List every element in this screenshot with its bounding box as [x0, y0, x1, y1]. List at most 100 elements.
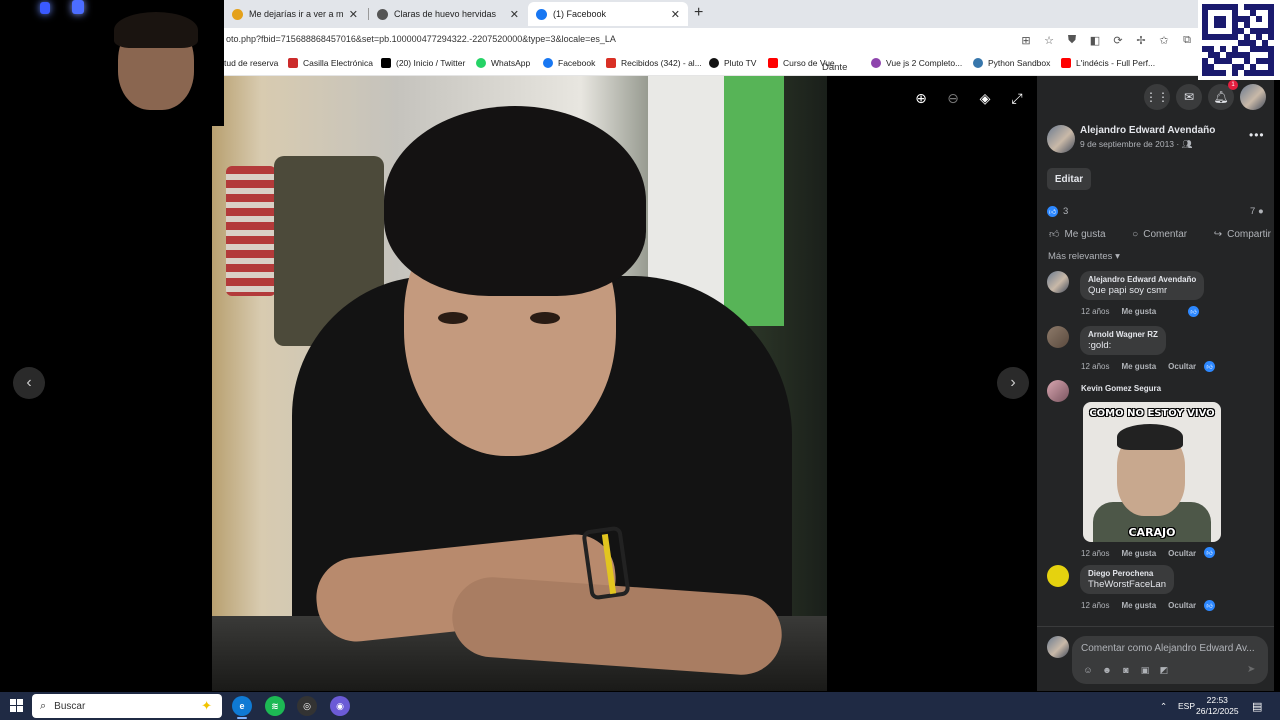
bookmark-item[interactable]: tud de reserva [224, 58, 278, 68]
python-icon [973, 58, 983, 68]
comment-like-button[interactable]: Me gusta [1121, 601, 1156, 610]
spotify-icon[interactable]: ≋ [265, 696, 285, 716]
system-clock[interactable]: 22:53 26/12/2025 [1196, 695, 1239, 717]
bookmark-item[interactable]: L'indécis - Full Perf... [1061, 58, 1155, 68]
commenter-avatar[interactable] [1047, 380, 1069, 402]
comment-like-button[interactable]: Me gusta [1121, 307, 1156, 316]
commenter-avatar[interactable] [1047, 565, 1069, 587]
new-tab-button[interactable]: + [694, 4, 703, 22]
comment-like-reaction-icon: 👍︎ [1204, 600, 1215, 611]
install-app-icon[interactable]: ⊞ [1018, 32, 1034, 48]
bookmark-label: Casilla Electrónica [303, 58, 373, 68]
post-date[interactable]: 9 de septiembre de 2013 · 👥︎ [1080, 139, 1192, 150]
photo-striped-shirt [226, 166, 276, 296]
qr-code-pattern [1202, 4, 1274, 76]
bookmark-label: WhatsApp [491, 58, 531, 68]
comment-age[interactable]: 12 años [1081, 601, 1109, 610]
shield-icon[interactable]: ⛊ [1064, 32, 1080, 48]
bookmark-item[interactable]: Facebook [543, 58, 595, 68]
tab-claras[interactable]: Claras de huevo hervidas ✕ [369, 2, 527, 26]
share-button[interactable]: ↪ Compartir [1214, 228, 1271, 240]
more-options-icon[interactable]: ••• [1249, 128, 1265, 142]
bookmark-item[interactable]: Casilla Electrónica [288, 58, 373, 68]
windows-start-icon[interactable] [10, 699, 23, 712]
comment-hide-button[interactable]: Ocultar [1168, 601, 1196, 610]
comment-age[interactable]: 12 años [1081, 362, 1109, 371]
send-icon[interactable]: ➤ [1247, 664, 1255, 675]
reactions-summary[interactable]: 👍︎ 3 [1047, 206, 1068, 217]
bookmark-label: (20) Inicio / Twitter [396, 58, 466, 68]
extensions-icon[interactable]: ✢ [1133, 32, 1149, 48]
extension-icon[interactable]: ◧ [1087, 32, 1103, 48]
notification-badge: 1 [1228, 80, 1238, 90]
comment-like-button[interactable]: Me gusta [1121, 549, 1156, 558]
gif-icon[interactable]: ▣ [1139, 664, 1151, 676]
comment-like-button[interactable]: Me gusta [1121, 362, 1156, 371]
comment-age[interactable]: 12 años [1081, 307, 1109, 316]
app-icon[interactable]: ◉ [330, 696, 350, 716]
like-button[interactable]: 👍︎ Me gusta [1049, 228, 1106, 241]
commenter-name[interactable]: Arnold Wagner RZ [1088, 330, 1158, 339]
author-name[interactable]: Alejandro Edward Avendaño [1080, 125, 1215, 136]
menu-grid-icon[interactable]: ⋮⋮ [1144, 84, 1170, 110]
url-field[interactable]: oto.php?fbid=715688868457016&set=pb.1000… [226, 34, 616, 44]
search-label: Buscar [54, 700, 86, 712]
bookmark-item[interactable]: Pluto TV [709, 58, 756, 68]
bookmark-item[interactable]: Recibidos (342) - al... [606, 58, 702, 68]
commenter-avatar[interactable] [1047, 326, 1069, 348]
comments-count[interactable]: 7 ● [1250, 206, 1264, 217]
edit-button[interactable]: Editar [1047, 168, 1091, 190]
refresh-icon[interactable]: ⟳ [1110, 32, 1126, 48]
bookmark-item[interactable]: Vue js 2 Completo... [871, 58, 962, 68]
comment-hide-button[interactable]: Ocultar [1168, 549, 1196, 558]
messenger-icon[interactable]: ✉ [1176, 84, 1202, 110]
language-indicator[interactable]: ESP [1178, 692, 1195, 720]
commenter-name[interactable]: Diego Perochena [1088, 569, 1166, 578]
bookmark-item[interactable]: Python Sandbox [973, 58, 1050, 68]
next-photo-button[interactable]: › [997, 367, 1029, 399]
previous-photo-button[interactable]: ‹ [13, 367, 45, 399]
meme-image[interactable]: COMO NO ESTOY VIVO CARAJO [1083, 402, 1221, 542]
comment-meta: 12 años Me gusta Ocultar [1081, 362, 1196, 371]
avatar-sticker-icon[interactable]: ☺ [1082, 664, 1094, 676]
tag-icon[interactable]: ◈ [972, 85, 998, 111]
tab-facebook[interactable]: (1) Facebook ✕ [528, 2, 688, 26]
commenter-name[interactable]: Alejandro Edward Avendaño [1088, 275, 1196, 284]
author-avatar[interactable] [1047, 125, 1075, 153]
commenter-name[interactable]: Kevin Gomez Segura [1081, 384, 1161, 393]
meme-figure-hair [1117, 424, 1183, 450]
obs-icon[interactable]: ◎ [297, 696, 317, 716]
tab-label: Claras de huevo hervidas [394, 9, 497, 19]
sticker-icon[interactable]: ◩ [1158, 664, 1170, 676]
comment-input[interactable]: Comentar como Alejandro Edward Av... ☺ ☻… [1072, 636, 1268, 684]
comment-label: Comentar [1143, 228, 1188, 240]
zoom-out-icon[interactable]: ⊖ [940, 85, 966, 111]
bookmark-item[interactable]: WhatsApp [476, 58, 530, 68]
comment-button[interactable]: ○ Comentar [1132, 228, 1187, 240]
comment-hide-button[interactable]: Ocultar [1168, 362, 1196, 371]
sort-dropdown[interactable]: Más relevantes ▾ [1048, 251, 1120, 262]
notification-center-icon[interactable]: ▤ [1252, 692, 1262, 720]
collections-icon[interactable]: ⧉ [1179, 32, 1195, 48]
bookmark-item[interactable]: (20) Inicio / Twitter [381, 58, 465, 68]
edge-browser-icon[interactable]: e [232, 696, 252, 719]
tray-overflow-icon[interactable]: ⌃ [1160, 692, 1167, 720]
zoom-in-icon[interactable]: ⊕ [908, 85, 934, 111]
close-tab-icon[interactable]: ✕ [671, 8, 680, 21]
comment-age[interactable]: 12 años [1081, 549, 1109, 558]
comment-item: Kevin Gomez Segura COMO NO ESTOY VIVO CA… [1047, 76, 1221, 576]
close-tab-icon[interactable]: ✕ [349, 8, 358, 21]
bookmark-star-icon[interactable]: ☆ [1041, 32, 1057, 48]
camera-icon[interactable]: ◙ [1120, 664, 1132, 676]
commenter-avatar[interactable] [1047, 271, 1069, 293]
close-tab-icon[interactable]: ✕ [510, 8, 519, 21]
taskbar-search-box[interactable]: ⌕ Buscar ✦ [32, 694, 222, 718]
copilot-sparkle-icon: ✦ [201, 698, 212, 713]
account-avatar[interactable] [1240, 84, 1266, 110]
tab-esposa[interactable]: Me dejarías ir a ver a mi esposa en ✕ [224, 2, 366, 26]
comment-bubble: Alejandro Edward Avendaño Que papi soy c… [1080, 271, 1205, 300]
comment-meta: 12 años Me gusta Ocultar [1081, 549, 1196, 558]
favorites-icon[interactable]: ✩ [1156, 32, 1172, 48]
emoji-icon[interactable]: ☻ [1101, 664, 1113, 676]
fullscreen-icon[interactable]: ⤢ [1004, 85, 1030, 111]
